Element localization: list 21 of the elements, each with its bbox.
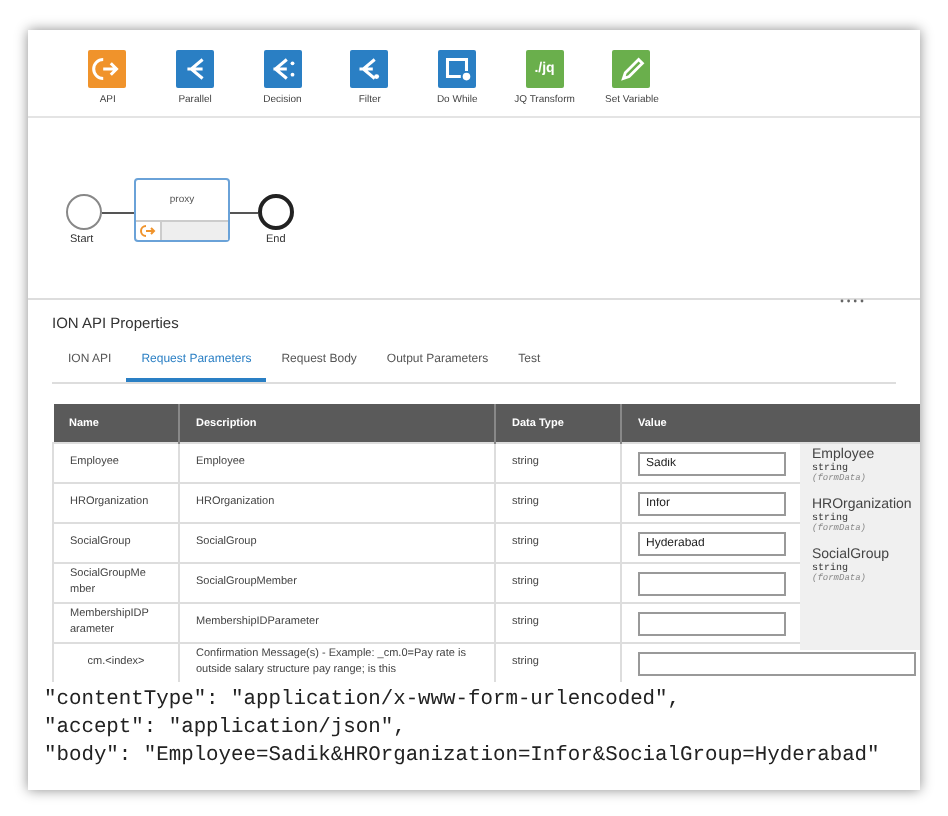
dowhile-tool-icon[interactable] — [438, 50, 477, 88]
code-line: "accept": "application/json", — [44, 714, 408, 742]
decision-tool-icon[interactable] — [263, 50, 302, 88]
value-field[interactable] — [638, 651, 916, 675]
filter-icon — [358, 58, 380, 80]
value-field[interactable] — [638, 571, 786, 595]
code-line: "contentType": "application/x-www-form-urlencoded", — [44, 686, 683, 714]
loop-icon — [446, 58, 471, 81]
arrow-in-icon — [92, 58, 120, 80]
pencil-icon — [622, 57, 646, 81]
parallel-tool-icon[interactable] — [176, 50, 215, 88]
end-node — [258, 194, 294, 230]
branch-icon — [271, 58, 294, 80]
code-line: "body": "Employee=Sadik&HROrganization=Infor&SocialGroup=Hyderabad" — [44, 742, 882, 770]
start-node — [66, 194, 102, 230]
split-icon — [185, 58, 205, 80]
filter-tool-icon[interactable] — [350, 50, 389, 88]
value-field[interactable] — [638, 611, 786, 635]
more-icon[interactable] — [840, 298, 864, 304]
variable-tool-icon[interactable] — [612, 50, 651, 88]
api-tool-icon[interactable] — [88, 50, 127, 88]
